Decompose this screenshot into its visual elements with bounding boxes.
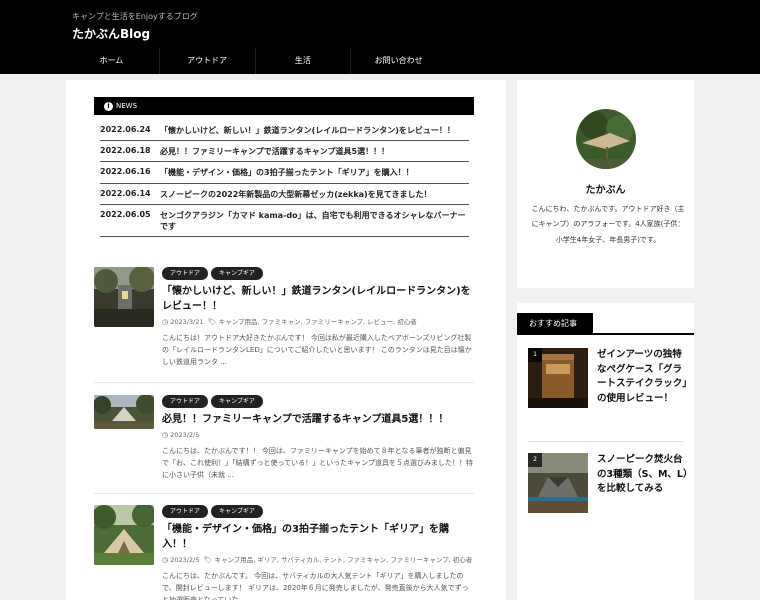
post-title[interactable]: 「機能・デザイン・価格」の3拍子揃ったテント「ギリア」を購入！！ (162, 522, 474, 552)
recommended-widget: おすすめ記事 1 ゼインアーツの独特なペグケース「グラートステイクラック」の使用… (517, 303, 694, 600)
post-meta: ◷ 2023/2/5 (162, 430, 474, 441)
news-item[interactable]: 2022.06.24 「懐かしいけど、新しい！」鉄道ランタン(レイルロードランタ… (100, 120, 469, 142)
news-item[interactable]: 2022.06.18 必見！！ファミリーキャンプで活躍するキャンプ道具5選！！！ (100, 141, 469, 163)
news-date: 2022.06.05 (100, 209, 151, 219)
profile-description: こんにちわ、たかぶんです。アウトドア好き（主にキャンプ）のアラフォーです。4人家… (531, 205, 685, 244)
info-icon: i (104, 101, 113, 111)
clock-icon: ◷ (162, 431, 169, 439)
post-categories: キャンプ用品, ギリア, サバティカル, テント, ファミキャン, ファミリーキ… (214, 556, 473, 564)
tag-icon: 🏷 (207, 318, 217, 326)
post-meta: ◷ 2023/3/21 🏷 キャンプ用品, ファミキャン, ファミリーキャンプ,… (162, 317, 474, 328)
post-excerpt: こんにちは！アウトドア大好きたかぶんです！ 今回は私が最近購入したベアボーンズリ… (162, 333, 472, 366)
recommended-thumbnail[interactable]: 2 (528, 453, 588, 513)
nav-item-contact[interactable]: お問い合わせ (350, 47, 446, 74)
news-date: 2022.06.14 (100, 188, 151, 198)
avatar (576, 109, 636, 169)
global-nav: ホーム アウトドア 生活 お問い合わせ (64, 47, 446, 74)
nav-item-life[interactable]: 生活 (254, 47, 351, 74)
site-header: キャンプと生活をEnjoyするブログ たかぶんBlog ホーム アウトドア 生活… (0, 0, 760, 74)
news-date: 2022.06.16 (100, 167, 151, 177)
rank-badge: 2 (528, 453, 542, 467)
news-link[interactable]: 必見！！ファミリーキャンプで活躍するキャンプ道具5選！！！ (160, 146, 469, 157)
post-excerpt: こんにちは、たかぶんです！！ 今回は、ファミリーキャンプを始めて８年となる筆者が… (162, 446, 473, 479)
news-heading-label: NEWS (116, 102, 138, 110)
recommended-title[interactable]: ゼインアーツの独特なペグケース「グラートステイクラック」の使用レビュー！ (597, 348, 688, 407)
profile-name: たかぶん (585, 185, 626, 196)
post-date: 2023/2/5 (170, 556, 200, 564)
news-link[interactable]: 「機能・デザイン・価格」の3拍子揃ったテント「ギリア」を購入！！ (160, 167, 469, 178)
news-list: 2022.06.24 「懐かしいけど、新しい！」鉄道ランタン(レイルロードランタ… (100, 120, 469, 238)
category-tag[interactable]: キャンプギア (211, 267, 263, 280)
rank-badge: 1 (528, 348, 542, 362)
tag-icon: 🏷 (203, 556, 213, 564)
site-title[interactable]: たかぶんBlog (72, 25, 150, 42)
news-link[interactable]: 「懐かしいけど、新しい！」鉄道ランタン(レイルロードランタン)をレビュー！！ (160, 125, 469, 136)
post-thumbnail[interactable] (94, 505, 154, 565)
divider (528, 441, 684, 442)
category-tag[interactable]: アウトドア (162, 505, 209, 518)
profile-widget: たかぶん こんにちわ、たかぶんです。アウトドア好き（主にキャンプ）のアラフォーで… (517, 80, 694, 288)
news-item[interactable]: 2022.06.16 「機能・デザイン・価格」の3拍子揃ったテント「ギリア」を購… (100, 162, 469, 184)
category-tag[interactable]: キャンプギア (211, 505, 263, 518)
post-title[interactable]: 「懐かしいけど、新しい！」鉄道ランタン(レイルロードランタン)をレビュー！！ (162, 284, 474, 314)
recommended-thumbnail[interactable]: 1 (528, 348, 588, 408)
nav-item-home[interactable]: ホーム (64, 47, 159, 74)
recommended-heading: おすすめ記事 (517, 313, 694, 335)
divider (94, 382, 474, 383)
nav-item-outdoor[interactable]: アウトドア (158, 47, 255, 74)
news-link[interactable]: センゴクアラジン「カマド kama-do」は、自宅でも利用できるオシャレなバーナ… (160, 210, 469, 232)
post-thumbnail[interactable] (94, 395, 154, 429)
post-title[interactable]: 必見！！ファミリーキャンプで活躍するキャンプ道具5選！！！ (162, 412, 474, 427)
news-item[interactable]: 2022.06.14 スノーピークの2022年新製品の大型新幕ゼッカ(zekka… (100, 184, 469, 205)
clock-icon: ◷ (162, 318, 169, 326)
news-date: 2022.06.24 (100, 125, 151, 134)
post-date: 2023/3/21 (170, 318, 204, 326)
post-thumbnail[interactable] (94, 267, 154, 327)
post-date: 2023/2/5 (170, 431, 200, 439)
recommended-title[interactable]: スノーピーク焚火台の3種類（S、M、L）を比較してみる (597, 453, 688, 497)
post-categories: キャンプ用品, ファミキャン, ファミリーキャンプ, レビュー, 初心者 (218, 318, 417, 326)
post-meta: ◷ 2023/2/5 🏷 キャンプ用品, ギリア, サバティカル, テント, フ… (162, 555, 474, 566)
divider (94, 493, 474, 494)
news-item[interactable]: 2022.06.05 センゴクアラジン「カマド kama-do」は、自宅でも利用… (100, 205, 469, 238)
recommended-heading-label: おすすめ記事 (517, 313, 593, 335)
category-tag[interactable]: キャンプギア (211, 395, 263, 408)
site-tagline: キャンプと生活をEnjoyするブログ (72, 12, 198, 21)
news-date: 2022.06.18 (100, 146, 151, 156)
main-content: i NEWS 2022.06.24 「懐かしいけど、新しい！」鉄道ランタン(レイ… (66, 80, 506, 600)
news-link[interactable]: スノーピークの2022年新製品の大型新幕ゼッカ(zekka)を見てきました！ (160, 189, 469, 200)
clock-icon: ◷ (162, 556, 169, 564)
category-tag[interactable]: アウトドア (162, 267, 209, 280)
news-heading: i NEWS (94, 97, 474, 115)
post-excerpt: こんにちは、たかぶんです。 今回は、サバティカルの大人気テント「ギリア」を購入し… (162, 571, 469, 600)
category-tag[interactable]: アウトドア (162, 395, 209, 408)
